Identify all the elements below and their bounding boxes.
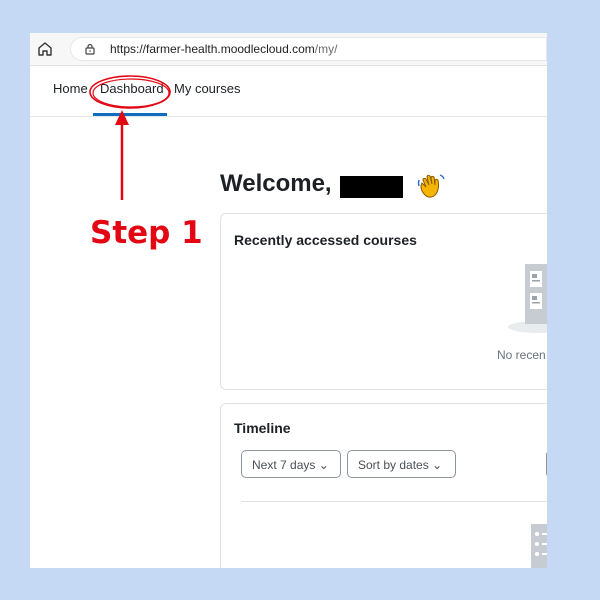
address-bar[interactable]: https://farmer-health.moodlecloud.com/my… bbox=[70, 37, 547, 61]
recent-courses-card: Recently accessed courses No recen bbox=[220, 213, 547, 390]
browser-window: https://farmer-health.moodlecloud.com/my… bbox=[30, 33, 547, 568]
url-text[interactable]: https://farmer-health.moodlecloud.com/my… bbox=[110, 42, 337, 56]
nav-dashboard[interactable]: Dashboard bbox=[100, 81, 164, 96]
search-field[interactable] bbox=[546, 450, 547, 478]
recent-courses-title: Recently accessed courses bbox=[234, 232, 417, 248]
redacted-username bbox=[340, 176, 403, 198]
page-title: Welcome, bbox=[220, 170, 332, 197]
step-annotation-label: Step 1 bbox=[90, 215, 203, 251]
waving-hand-icon bbox=[417, 174, 445, 198]
nav-home[interactable]: Home bbox=[53, 81, 88, 96]
sort-dropdown[interactable]: Sort by dates ⌄ bbox=[347, 450, 456, 478]
timeline-empty-illustration bbox=[531, 524, 547, 568]
courses-empty-illustration bbox=[508, 264, 547, 333]
home-icon[interactable] bbox=[36, 40, 54, 58]
chevron-down-icon: ⌄ bbox=[318, 458, 329, 472]
lock-icon bbox=[85, 43, 95, 55]
primary-navigation: Home Dashboard My courses bbox=[30, 66, 547, 117]
browser-toolbar: https://farmer-health.moodlecloud.com/my… bbox=[30, 33, 547, 66]
timeline-title: Timeline bbox=[234, 420, 291, 436]
nav-my-courses[interactable]: My courses bbox=[174, 81, 240, 96]
date-range-dropdown[interactable]: Next 7 days ⌄ bbox=[241, 450, 341, 478]
empty-state-text: No recen bbox=[497, 348, 546, 362]
chevron-down-icon: ⌄ bbox=[432, 458, 443, 472]
divider bbox=[241, 501, 547, 502]
timeline-card: Timeline Next 7 days ⌄ Sort by dates ⌄ bbox=[220, 403, 547, 568]
active-tab-indicator bbox=[93, 113, 167, 116]
